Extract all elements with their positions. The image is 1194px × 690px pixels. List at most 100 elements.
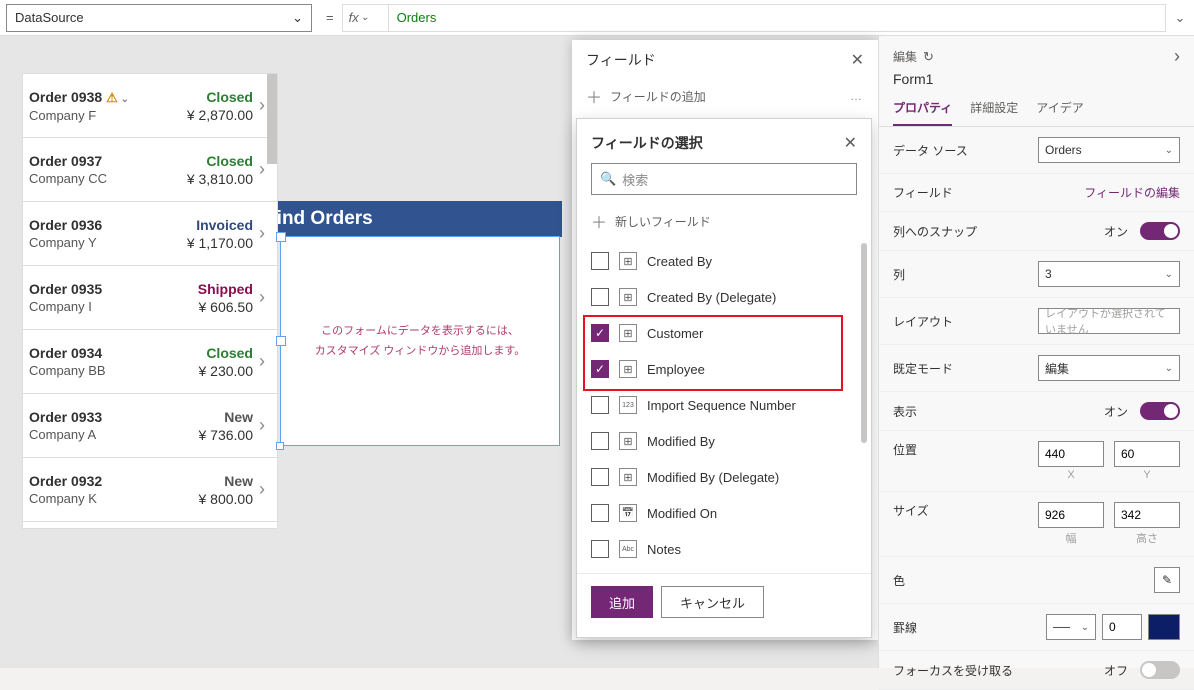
fx-label: fx	[349, 10, 359, 25]
formula-bar: DataSource ⌄ = fx ⌄ Orders ⌄	[0, 0, 1194, 36]
field-type-icon	[619, 504, 637, 522]
fx-button[interactable]: fx ⌄	[342, 4, 388, 32]
select-value: ──	[1053, 620, 1070, 634]
field-option[interactable]: Import Sequence Number	[587, 387, 861, 423]
width-caption: 幅	[1066, 530, 1077, 546]
list-item[interactable]: Order 0936Company YInvoiced¥ 1,170.00›	[23, 202, 277, 266]
checkbox[interactable]	[591, 252, 609, 270]
field-option[interactable]: Created By (Delegate)	[587, 279, 861, 315]
field-type-icon	[619, 540, 637, 558]
snap-toggle[interactable]	[1140, 222, 1180, 240]
field-option[interactable]: Modified On	[587, 495, 861, 531]
control-name: Form1	[879, 69, 1194, 93]
field-search-input[interactable]: 🔍 検索	[591, 163, 857, 195]
select-value: Orders	[1045, 143, 1082, 157]
prop-datasource: データ ソース Orders⌄	[879, 127, 1194, 174]
field-list[interactable]: Created ByCreated By (Delegate)CustomerE…	[577, 243, 871, 573]
columns-select[interactable]: 3⌄	[1038, 261, 1180, 287]
field-option[interactable]: Customer	[587, 315, 861, 351]
height-input[interactable]	[1114, 502, 1180, 528]
chevron-down-icon: ⌄	[118, 94, 129, 105]
tab-properties[interactable]: プロパティ	[893, 99, 952, 126]
checkbox[interactable]	[591, 540, 609, 558]
list-item[interactable]: Order 0935Company IShipped¥ 606.50›	[23, 266, 277, 330]
x-input[interactable]	[1038, 441, 1104, 467]
border-color[interactable]	[1148, 614, 1180, 640]
layout-select[interactable]: レイアウトが選択されていません	[1038, 308, 1180, 334]
form-canvas-selection[interactable]: このフォームにデータを表示するには、 カスタマイズ ウィンドウから追加します。	[280, 236, 560, 446]
cancel-button[interactable]: キャンセル	[661, 586, 764, 618]
list-item[interactable]: Order 0932Company KNew¥ 800.00›	[23, 458, 277, 522]
edit-fields-link[interactable]: フィールドの編集	[1084, 184, 1180, 201]
plus-icon: ＋	[591, 209, 607, 233]
company-name: Company BB	[29, 363, 169, 378]
checkbox[interactable]	[591, 360, 609, 378]
height-caption: 高さ	[1136, 530, 1158, 546]
checkbox[interactable]	[591, 468, 609, 486]
visible-toggle[interactable]	[1140, 402, 1180, 420]
order-gallery: Order 0938⚠ ⌄Company FClosed¥ 2,870.00› O…	[22, 73, 278, 529]
price-label: ¥ 3,810.00	[169, 171, 253, 187]
status-label: Closed	[169, 153, 253, 169]
defaultmode-select[interactable]: 編集⌄	[1038, 355, 1180, 381]
property-dropdown[interactable]: DataSource ⌄	[6, 4, 312, 32]
status-label: Closed	[169, 345, 253, 361]
prop-border: 罫線 ── ⌄	[879, 604, 1194, 651]
chevron-down-icon: ⌄	[1165, 363, 1173, 374]
field-option[interactable]: Employee	[587, 351, 861, 387]
order-number: Order 0937	[29, 153, 169, 169]
width-input[interactable]	[1038, 502, 1104, 528]
field-selector-header: フィールドの選択 ✕	[577, 119, 871, 163]
order-number: Order 0933	[29, 409, 169, 425]
new-field-row[interactable]: ＋ 新しいフィールド	[577, 203, 871, 243]
list-item[interactable]: Order 0938⚠ ⌄Company FClosed¥ 2,870.00›	[23, 74, 277, 138]
tab-ideas[interactable]: アイデア	[1036, 99, 1083, 126]
expand-formula-button[interactable]: ⌄	[1166, 10, 1194, 26]
checkbox[interactable]	[591, 432, 609, 450]
field-list-scrollbar[interactable]	[861, 243, 867, 443]
order-number: Order 0935	[29, 281, 169, 297]
chevron-right-icon[interactable]: ›	[1174, 46, 1180, 67]
checkbox[interactable]	[591, 396, 609, 414]
checkbox[interactable]	[591, 324, 609, 342]
border-width-input[interactable]	[1102, 614, 1142, 640]
checkbox[interactable]	[591, 504, 609, 522]
field-name: Import Sequence Number	[647, 398, 796, 413]
chevron-down-icon: ⌄	[292, 10, 303, 26]
prop-snap: 列へのスナップ オン	[879, 212, 1194, 251]
order-number: Order 0936	[29, 217, 169, 233]
list-item[interactable]: Order 0937Company CCClosed¥ 3,810.00›	[23, 138, 277, 202]
search-icon: 🔍	[600, 171, 616, 187]
fields-pane-title: フィールド	[586, 50, 656, 70]
datasource-select[interactable]: Orders ⌄	[1038, 137, 1180, 163]
close-icon[interactable]: ✕	[844, 133, 857, 153]
border-style-select[interactable]: ── ⌄	[1046, 614, 1096, 640]
refresh-icon[interactable]: ↻	[923, 49, 934, 65]
chevron-down-icon: ⌄	[1081, 622, 1089, 633]
list-item[interactable]: Order 0933Company ANew¥ 736.00›	[23, 394, 277, 458]
add-field-row[interactable]: ＋ フィールドの追加 …	[572, 80, 878, 118]
tab-advanced[interactable]: 詳細設定	[970, 99, 1018, 126]
more-icon[interactable]: …	[850, 89, 864, 103]
form-msg-line1: このフォームにデータを表示するには、	[281, 322, 559, 342]
status-label: New	[169, 473, 253, 489]
add-button[interactable]: 追加	[591, 586, 653, 618]
field-option[interactable]: Created By	[587, 243, 861, 279]
gallery-scrollbar[interactable]	[267, 74, 277, 528]
formula-input[interactable]: Orders	[388, 4, 1166, 32]
y-input[interactable]	[1114, 441, 1180, 467]
field-option[interactable]: Notes	[587, 531, 861, 567]
chevron-down-icon: ⌄	[1165, 145, 1173, 156]
field-type-icon	[619, 468, 637, 486]
company-name: Company A	[29, 427, 169, 442]
cancel-button-label: キャンセル	[680, 593, 745, 612]
list-item[interactable]: Order 0934Company BBClosed¥ 230.00›	[23, 330, 277, 394]
close-icon[interactable]: ✕	[851, 50, 864, 70]
field-option[interactable]: Modified By	[587, 423, 861, 459]
color-picker[interactable]: ✎	[1154, 567, 1180, 593]
properties-tabs: プロパティ 詳細設定 アイデア	[879, 93, 1194, 127]
field-option[interactable]: Modified By (Delegate)	[587, 459, 861, 495]
checkbox[interactable]	[591, 288, 609, 306]
focus-toggle[interactable]	[1140, 661, 1180, 679]
status-label: Closed	[169, 89, 253, 105]
